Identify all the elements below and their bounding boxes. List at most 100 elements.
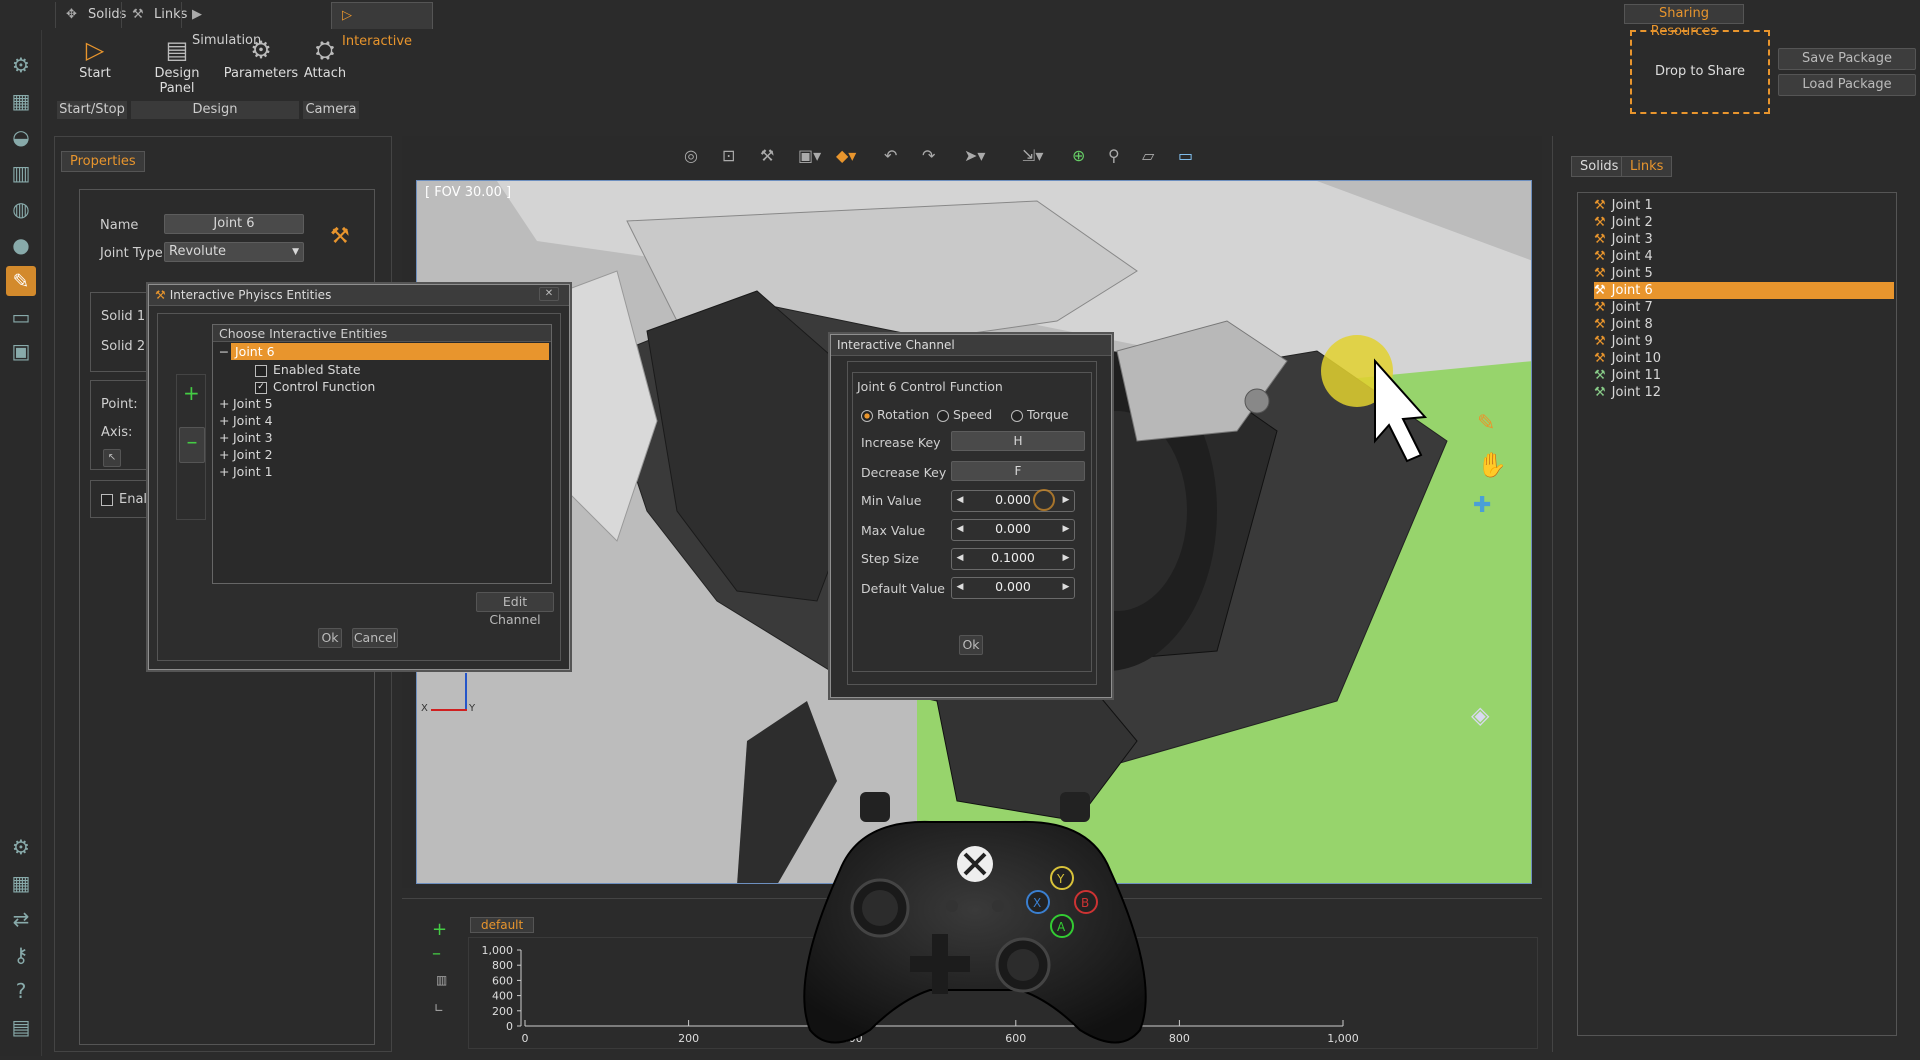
attach-button[interactable]: ⛭ Attach — [295, 34, 355, 92]
tree-item-joint4[interactable]: + Joint 4 — [219, 412, 273, 429]
radio-speed[interactable]: Speed — [937, 407, 992, 422]
enabled-state-checkbox[interactable] — [255, 364, 267, 377]
remove-entity-button[interactable]: – — [179, 427, 205, 463]
interactive-tool-icon[interactable]: ✎ — [6, 266, 36, 296]
tree-item-joint5[interactable]: + Joint 5 — [219, 395, 273, 412]
increment-icon[interactable]: ▶ — [1060, 549, 1072, 567]
increment-icon[interactable]: ▶ — [1060, 520, 1072, 538]
tree-item-joint3[interactable]: + Joint 3 — [219, 429, 273, 446]
spheres-tool-icon[interactable]: ● — [6, 230, 36, 260]
add-remove-icon[interactable]: ✚ — [1473, 493, 1491, 518]
decrement-icon[interactable]: ◀ — [954, 578, 966, 596]
edit-channel-button[interactable]: Edit Channel — [476, 592, 554, 627]
min-value-spinbox[interactable]: ◀ 0.000 ▶ — [951, 490, 1075, 512]
screen-tool-icon[interactable]: ▣ — [6, 336, 36, 366]
center-icon[interactable]: ⊕ — [1072, 146, 1085, 165]
link-item[interactable]: ⚒ Joint 10 — [1594, 350, 1894, 367]
zoom-icon[interactable]: ⚲ — [1108, 146, 1120, 165]
pick-axis-button[interactable]: ↖ — [103, 449, 121, 467]
link-item[interactable]: ⚒ Joint 7 — [1594, 299, 1894, 316]
menu-bar: ✥ Solids ⚒ Links ▶Simulation ▷Interactive — [55, 0, 1605, 49]
tool-icon[interactable]: ⚒ — [760, 146, 774, 165]
link-item[interactable]: ⚒ Joint 11 — [1594, 367, 1894, 384]
terrain-tool-icon[interactable]: ▦ — [6, 86, 36, 116]
tree-item-joint1[interactable]: + Joint 1 — [219, 463, 273, 480]
tree-item-enabled-state[interactable]: Enabled State — [255, 361, 361, 378]
enable-checkbox[interactable] — [101, 493, 113, 506]
increment-icon[interactable]: ▶ — [1060, 491, 1072, 509]
control-function-checkbox[interactable]: ✓ — [255, 381, 267, 394]
link-item[interactable]: ⚒ Joint 5 — [1594, 265, 1894, 282]
cube-icon[interactable]: ◆▾ — [836, 146, 856, 165]
clear-plot-icon[interactable]: ▥ — [436, 973, 447, 987]
drop-to-share-zone[interactable]: Drop to Share — [1630, 30, 1770, 114]
palette-tool-icon[interactable]: ▦ — [6, 868, 36, 898]
max-value-spinbox[interactable]: ◀ 0.000 ▶ — [951, 519, 1075, 541]
link-item[interactable]: ⚒ Joint 3 — [1594, 231, 1894, 248]
increment-icon[interactable]: ▶ — [1060, 578, 1072, 596]
tree-item-joint2[interactable]: + Joint 2 — [219, 446, 273, 463]
help-icon[interactable]: ? — [6, 976, 36, 1006]
cancel-button[interactable]: Cancel — [352, 628, 398, 648]
link-item[interactable]: ⚒ Joint 12 — [1594, 384, 1894, 401]
tab-interactive[interactable]: ▷Interactive — [331, 2, 433, 49]
code-tool-icon[interactable]: ▭ — [6, 302, 36, 332]
select-arrow-icon[interactable]: ➤▾ — [964, 146, 985, 165]
link-item[interactable]: ⚒ Joint 9 — [1594, 333, 1894, 350]
hand-pan-icon[interactable]: ✋ — [1477, 451, 1507, 479]
parameters-button[interactable]: ⚙ Parameters — [221, 34, 301, 92]
move-icon[interactable]: ⇲▾ — [1022, 146, 1043, 165]
link-item[interactable]: ⚒ Joint 1 — [1594, 197, 1894, 214]
save-package-button[interactable]: Save Package — [1778, 48, 1916, 70]
tree-item-control-function[interactable]: ✓ Control Function — [255, 378, 375, 395]
name-field[interactable]: Joint 6 — [164, 214, 304, 234]
radio-rotation[interactable]: Rotation — [861, 407, 929, 422]
solid-tool-icon[interactable]: ⚙ — [6, 50, 36, 80]
axes-icon[interactable]: ∟ — [434, 1001, 444, 1015]
add-plot-button[interactable]: + — [432, 919, 447, 940]
add-entity-button[interactable]: + — [183, 381, 200, 405]
link-item[interactable]: ⚒ Joint 8 — [1594, 316, 1894, 333]
right-tab-solids[interactable]: Solids — [1571, 156, 1628, 177]
redo-icon[interactable]: ↷ — [922, 146, 935, 165]
ok-button[interactable]: Ok — [318, 628, 342, 648]
decrement-icon[interactable]: ◀ — [954, 520, 966, 538]
settings-tool-icon[interactable]: ⚙ — [6, 832, 36, 862]
screen-export-icon[interactable]: ▭ — [1178, 146, 1193, 165]
view-cube-icon[interactable]: ◈ — [1471, 701, 1489, 729]
orbit-icon[interactable]: ◎ — [684, 146, 698, 165]
right-tab-links[interactable]: Links — [1621, 156, 1673, 177]
link-item[interactable]: ⚒ Joint 4 — [1594, 248, 1894, 265]
bowl-tool-icon[interactable]: ◒ — [6, 122, 36, 152]
step-size-spinbox[interactable]: ◀ 0.1000 ▶ — [951, 548, 1075, 570]
design-panel-button[interactable]: ▤ Design Panel — [137, 34, 217, 96]
plot-tab-default[interactable]: default — [470, 917, 535, 933]
start-button[interactable]: ▷ Start — [55, 34, 135, 92]
default-value-spinbox[interactable]: ◀ 0.000 ▶ — [951, 577, 1075, 599]
link-item[interactable]: ⚒ Joint 2 — [1594, 214, 1894, 231]
increase-key-field[interactable]: H — [951, 431, 1085, 451]
link-item-selected[interactable]: ⚒ Joint 6 — [1594, 282, 1894, 299]
decrement-icon[interactable]: ◀ — [954, 491, 966, 509]
undo-icon[interactable]: ↶ — [884, 146, 897, 165]
close-icon[interactable]: ✕ — [539, 287, 559, 301]
decrease-key-field[interactable]: F — [951, 461, 1085, 481]
joint-type-select[interactable]: Revolute ▼ — [164, 242, 304, 262]
globe-tool-icon[interactable]: ◍ — [6, 194, 36, 224]
key-tool-icon[interactable]: ⚷ — [6, 940, 36, 970]
remove-plot-button[interactable]: – — [432, 943, 441, 964]
pencil-overlay-icon[interactable]: ✎ — [1477, 411, 1495, 436]
swap-tool-icon[interactable]: ⇄ — [6, 904, 36, 934]
book-tool-icon[interactable]: ▥ — [6, 158, 36, 188]
radio-torque[interactable]: Torque — [1011, 407, 1069, 422]
grid-icon[interactable]: ▱ — [1142, 146, 1154, 165]
tree-item-joint6[interactable]: − Joint 6 — [213, 343, 551, 360]
decrement-icon[interactable]: ◀ — [954, 549, 966, 567]
box-tool-icon[interactable]: ▤ — [6, 1012, 36, 1042]
frame-icon[interactable]: ▣▾ — [798, 146, 821, 165]
properties-tab[interactable]: Properties — [61, 151, 145, 172]
tab-simulation[interactable]: ▶Simulation — [181, 2, 286, 48]
load-package-button[interactable]: Load Package — [1778, 74, 1916, 96]
fit-view-icon[interactable]: ⊡ — [722, 146, 735, 165]
channel-ok-button[interactable]: Ok — [959, 635, 983, 655]
